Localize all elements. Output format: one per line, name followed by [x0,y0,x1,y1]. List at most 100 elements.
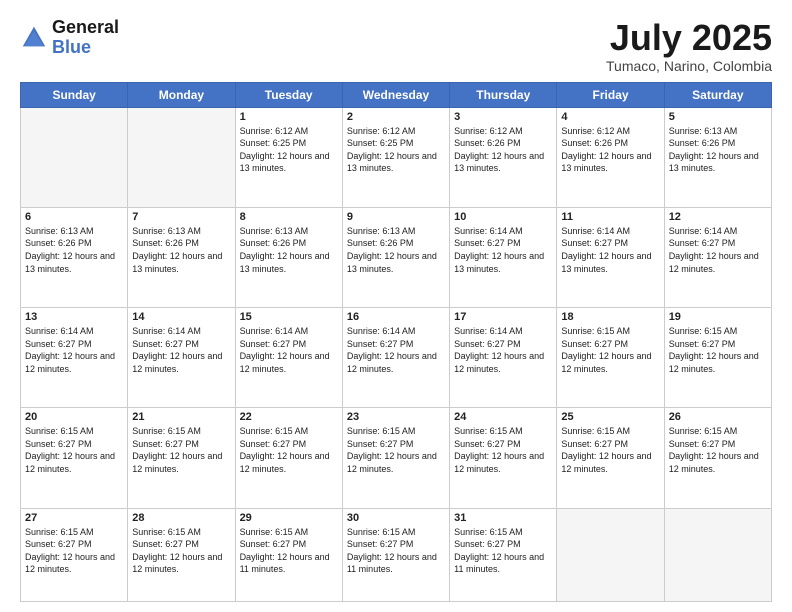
calendar-cell: 22 Sunrise: 6:15 AMSunset: 6:27 PMDayligh… [235,408,342,508]
calendar-cell: 27 Sunrise: 6:15 AMSunset: 6:27 PMDayligh… [21,508,128,601]
weekday-header: Saturday [664,82,771,107]
cell-details: Sunrise: 6:12 AMSunset: 6:25 PMDaylight:… [347,125,445,175]
calendar-cell: 19 Sunrise: 6:15 AMSunset: 6:27 PMDayligh… [664,308,771,408]
cell-details: Sunrise: 6:13 AMSunset: 6:26 PMDaylight:… [25,225,123,275]
day-number: 14 [132,311,230,323]
calendar-cell: 7 Sunrise: 6:13 AMSunset: 6:26 PMDaylight… [128,207,235,307]
calendar-week-row: 1 Sunrise: 6:12 AMSunset: 6:25 PMDaylight… [21,107,772,207]
day-number: 19 [669,311,767,323]
calendar-cell [557,508,664,601]
calendar-week-row: 20 Sunrise: 6:15 AMSunset: 6:27 PMDayligh… [21,408,772,508]
day-number: 27 [25,512,123,524]
calendar-cell: 16 Sunrise: 6:14 AMSunset: 6:27 PMDayligh… [342,308,449,408]
calendar-cell: 14Sunrise: 6:14 AMSunset: 6:27 PMDayligh… [128,308,235,408]
header: General Blue July 2025 Tumaco, Narino, C… [20,18,772,74]
cell-details: Sunrise: 6:15 AMSunset: 6:27 PMDaylight:… [561,425,659,475]
day-number: 11 [561,211,659,223]
cell-details: Sunrise: 6:15 AMSunset: 6:27 PMDaylight:… [132,526,230,576]
calendar-cell: 25 Sunrise: 6:15 AMSunset: 6:27 PMDayligh… [557,408,664,508]
month-title: July 2025 [606,18,772,58]
calendar-cell: 6 Sunrise: 6:13 AMSunset: 6:26 PMDaylight… [21,207,128,307]
calendar-cell: 12Sunrise: 6:14 AMSunset: 6:27 PMDayligh… [664,207,771,307]
cell-details: Sunrise: 6:12 AMSunset: 6:26 PMDaylight:… [561,125,659,175]
weekday-header: Sunday [21,82,128,107]
calendar-cell: 10 Sunrise: 6:14 AMSunset: 6:27 PMDayligh… [450,207,557,307]
cell-details: Sunrise: 6:12 AMSunset: 6:25 PMDaylight:… [240,125,338,175]
calendar-table: SundayMondayTuesdayWednesdayThursdayFrid… [20,82,772,602]
cell-details: Sunrise: 6:15 AMSunset: 6:27 PMDaylight:… [347,526,445,576]
day-number: 21 [132,411,230,423]
cell-details: Sunrise: 6:15 AMSunset: 6:27 PMDaylight:… [240,425,338,475]
day-number: 22 [240,411,338,423]
weekday-header: Friday [557,82,664,107]
cell-details: Sunrise: 6:15 AMSunset: 6:27 PMDaylight:… [669,325,767,375]
day-number: 16 [347,311,445,323]
calendar-cell [664,508,771,601]
cell-details: Sunrise: 6:13 AMSunset: 6:26 PMDaylight:… [347,225,445,275]
weekday-header-row: SundayMondayTuesdayWednesdayThursdayFrid… [21,82,772,107]
day-number: 29 [240,512,338,524]
location: Tumaco, Narino, Colombia [606,58,772,74]
cell-details: Sunrise: 6:14 AMSunset: 6:27 PMDaylight:… [454,225,552,275]
cell-details: Sunrise: 6:15 AMSunset: 6:27 PMDaylight:… [240,526,338,576]
weekday-header: Tuesday [235,82,342,107]
logo-text: General Blue [52,18,119,58]
calendar-cell: 1 Sunrise: 6:12 AMSunset: 6:25 PMDaylight… [235,107,342,207]
cell-details: Sunrise: 6:14 AMSunset: 6:27 PMDaylight:… [240,325,338,375]
calendar-cell: 2Sunrise: 6:12 AMSunset: 6:25 PMDaylight… [342,107,449,207]
day-number: 13 [25,311,123,323]
cell-details: Sunrise: 6:13 AMSunset: 6:26 PMDaylight:… [132,225,230,275]
cell-details: Sunrise: 6:15 AMSunset: 6:27 PMDaylight:… [561,325,659,375]
weekday-header: Wednesday [342,82,449,107]
calendar-cell: 5 Sunrise: 6:13 AMSunset: 6:26 PMDaylight… [664,107,771,207]
cell-details: Sunrise: 6:15 AMSunset: 6:27 PMDaylight:… [347,425,445,475]
day-number: 28 [132,512,230,524]
day-number: 31 [454,512,552,524]
weekday-header: Thursday [450,82,557,107]
cell-details: Sunrise: 6:14 AMSunset: 6:27 PMDaylight:… [347,325,445,375]
cell-details: Sunrise: 6:13 AMSunset: 6:26 PMDaylight:… [669,125,767,175]
logo-icon [20,24,48,52]
day-number: 7 [132,211,230,223]
day-number: 15 [240,311,338,323]
day-number: 23 [347,411,445,423]
calendar-cell: 30Sunrise: 6:15 AMSunset: 6:27 PMDayligh… [342,508,449,601]
calendar-week-row: 27 Sunrise: 6:15 AMSunset: 6:27 PMDayligh… [21,508,772,601]
day-number: 8 [240,211,338,223]
calendar-cell: 20 Sunrise: 6:15 AMSunset: 6:27 PMDayligh… [21,408,128,508]
calendar-cell: 9 Sunrise: 6:13 AMSunset: 6:26 PMDaylight… [342,207,449,307]
day-number: 26 [669,411,767,423]
calendar-cell: 11 Sunrise: 6:14 AMSunset: 6:27 PMDayligh… [557,207,664,307]
day-number: 6 [25,211,123,223]
day-number: 10 [454,211,552,223]
cell-details: Sunrise: 6:15 AMSunset: 6:27 PMDaylight:… [25,526,123,576]
calendar-cell: 24Sunrise: 6:15 AMSunset: 6:27 PMDayligh… [450,408,557,508]
cell-details: Sunrise: 6:14 AMSunset: 6:27 PMDaylight:… [25,325,123,375]
day-number: 17 [454,311,552,323]
day-number: 20 [25,411,123,423]
day-number: 5 [669,111,767,123]
day-number: 24 [454,411,552,423]
day-number: 4 [561,111,659,123]
calendar-cell: 23 Sunrise: 6:15 AMSunset: 6:27 PMDayligh… [342,408,449,508]
day-number: 9 [347,211,445,223]
logo: General Blue [20,18,119,58]
calendar-cell: 8 Sunrise: 6:13 AMSunset: 6:26 PMDaylight… [235,207,342,307]
cell-details: Sunrise: 6:12 AMSunset: 6:26 PMDaylight:… [454,125,552,175]
cell-details: Sunrise: 6:13 AMSunset: 6:26 PMDaylight:… [240,225,338,275]
day-number: 3 [454,111,552,123]
cell-details: Sunrise: 6:15 AMSunset: 6:27 PMDaylight:… [132,425,230,475]
day-number: 25 [561,411,659,423]
calendar-week-row: 6 Sunrise: 6:13 AMSunset: 6:26 PMDaylight… [21,207,772,307]
title-block: July 2025 Tumaco, Narino, Colombia [606,18,772,74]
weekday-header: Monday [128,82,235,107]
cell-details: Sunrise: 6:15 AMSunset: 6:27 PMDaylight:… [669,425,767,475]
calendar-cell: 31Sunrise: 6:15 AMSunset: 6:27 PMDayligh… [450,508,557,601]
calendar-cell: 3 Sunrise: 6:12 AMSunset: 6:26 PMDaylight… [450,107,557,207]
calendar-cell [21,107,128,207]
calendar-cell: 26 Sunrise: 6:15 AMSunset: 6:27 PMDayligh… [664,408,771,508]
calendar-cell: 28 Sunrise: 6:15 AMSunset: 6:27 PMDayligh… [128,508,235,601]
cell-details: Sunrise: 6:15 AMSunset: 6:27 PMDaylight:… [25,425,123,475]
cell-details: Sunrise: 6:14 AMSunset: 6:27 PMDaylight:… [561,225,659,275]
day-number: 1 [240,111,338,123]
